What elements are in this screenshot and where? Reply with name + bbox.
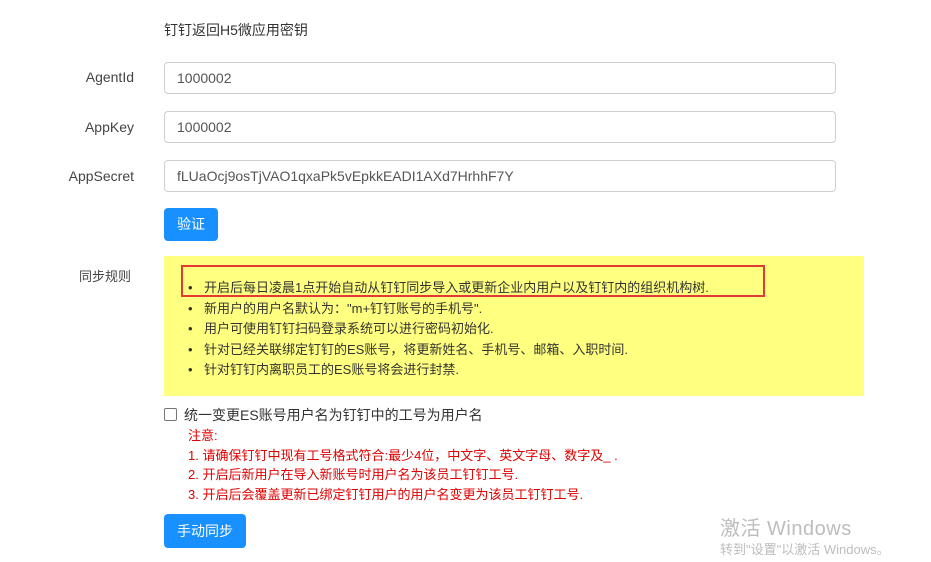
appkey-input[interactable] [164,111,836,143]
notes-title: 注意: [188,428,218,443]
note-item: 1. 请确保钉钉中现有工号格式符合:最少4位，中文字、英文字母、数字及_ . [188,447,618,463]
activation-watermark-title: 激活 Windows [720,518,852,540]
unify-username-checkbox-label[interactable]: 统一变更ES账号用户名为钉钉中的工号为用户名 [184,405,483,425]
sync-rule-item: 针对已经关联绑定钉钉的ES账号，将更新姓名、手机号、邮箱、入职时间. [188,340,709,361]
unify-username-checkbox[interactable] [164,408,177,421]
notes-block: 注意: 1. 请确保钉钉中现有工号格式符合:最少4位，中文字、英文字母、数字及_… [188,426,618,504]
section-title: 钉钉返回H5微应用密钥 [164,22,308,38]
note-item: 2. 开启后新用户在导入新账号时用户名为该员工钉钉工号. [188,467,519,482]
agentid-label: AgentId [85,69,134,85]
appkey-label: AppKey [84,119,134,135]
highlight-annotation-box [181,265,765,297]
manual-sync-button[interactable]: 手动同步 [164,514,246,548]
note-item: 3. 开启后会覆盖更新已绑定钉钉用户的用户名变更为该员工钉钉工号. [188,486,584,502]
activation-watermark-subtitle: 转到"设置"以激活 Windows。 [720,542,890,557]
agentid-input[interactable] [164,62,836,94]
sync-rule-item: 针对钉钉内离职员工的ES账号将会进行封禁. [188,360,709,381]
appsecret-input[interactable] [164,160,836,192]
sync-rule-item: 新用户的用户名默认为："m+钉钉账号的手机号". [188,299,709,320]
appsecret-label: AppSecret [68,168,134,184]
sync-rules-label: 同步规则 [79,269,132,284]
sync-rule-item: 用户可使用钉钉扫码登录系统可以进行密码初始化. [188,319,709,340]
verify-button[interactable]: 验证 [164,208,218,241]
